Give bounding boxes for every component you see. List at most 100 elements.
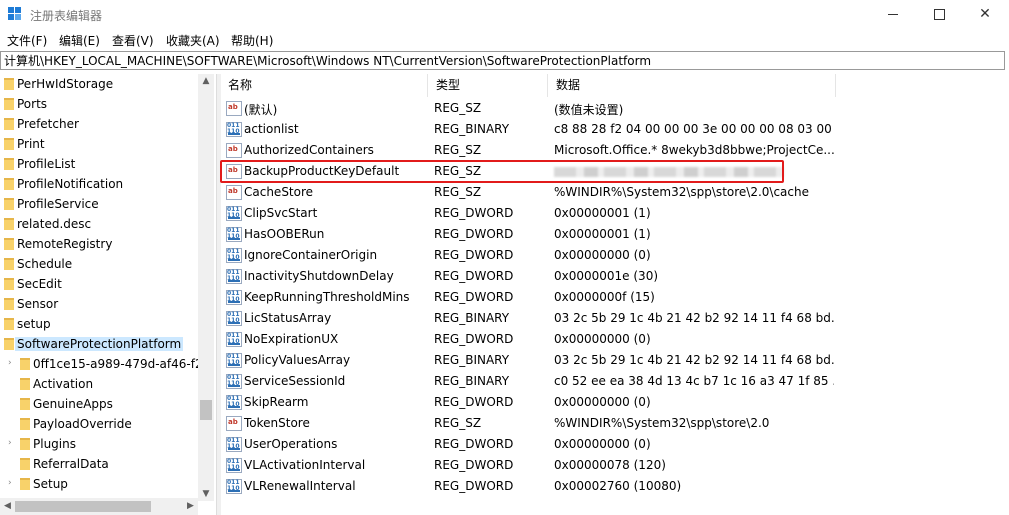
cell-type: REG_SZ	[434, 143, 482, 157]
tree-item[interactable]: Print	[0, 134, 198, 154]
scroll-left-icon[interactable]: ◀	[0, 498, 15, 515]
tree-item[interactable]: ProfileNotification	[0, 174, 198, 194]
folder-icon	[4, 198, 14, 210]
cell-name: IgnoreContainerOrigin	[244, 248, 378, 262]
menu-edit[interactable]: 编辑(E)	[59, 32, 100, 49]
tree-item[interactable]: ProfileService	[0, 194, 198, 214]
tree-item[interactable]: GenuineApps	[0, 394, 198, 414]
folder-icon	[4, 138, 14, 150]
tree-item[interactable]: PayloadOverride	[0, 414, 198, 434]
cell-data: 0x00000000 (0)	[554, 437, 651, 451]
tree-horizontal-scrollbar[interactable]: ◀ ▶	[0, 498, 198, 515]
value-row[interactable]: 011110 UserOperations REG_DWORD 0x00000000 …	[220, 434, 1009, 455]
tree-item[interactable]: › 0ff1ce15-a989-479d-af46-f2	[0, 354, 203, 374]
close-icon: ✕	[979, 6, 991, 22]
tree-item-label: SecEdit	[17, 277, 62, 291]
cell-data: 0x00000001 (1)	[554, 227, 651, 241]
tree-item-label: 0ff1ce15-a989-479d-af46-f2	[33, 357, 203, 371]
tree-item[interactable]: › Plugins	[0, 434, 198, 454]
close-button[interactable]: ✕	[962, 0, 1008, 29]
tree-item[interactable]: Schedule	[0, 254, 198, 274]
value-row[interactable]: 011110 InactivityShutdownDelay REG_DWORD 0x…	[220, 266, 1009, 287]
tree-item[interactable]: setup	[0, 314, 198, 334]
tree-item[interactable]: RemoteRegistry	[0, 234, 198, 254]
scroll-down-icon[interactable]: ▼	[198, 487, 214, 501]
folder-icon	[4, 158, 14, 170]
cell-data: 0x00000001 (1)	[554, 206, 651, 220]
tree-item[interactable]: Sensor	[0, 294, 198, 314]
folder-icon	[20, 398, 30, 410]
cell-data: 0x00000000 (0)	[554, 395, 651, 409]
cell-data: 0x00000000 (0)	[554, 332, 651, 346]
tree-item[interactable]: SecEdit	[0, 274, 198, 294]
cell-type: REG_DWORD	[434, 332, 514, 346]
folder-icon	[20, 418, 30, 430]
cell-name: actionlist	[244, 122, 299, 136]
tree-item[interactable]: Prefetcher	[0, 114, 198, 134]
cell-name: CacheStore	[244, 185, 314, 199]
value-row[interactable]: 011110 ServiceSessionId REG_BINARY c0 52 ee…	[220, 371, 1009, 392]
menu-view[interactable]: 查看(V)	[112, 32, 154, 49]
tree-item[interactable]: related.desc	[0, 214, 198, 234]
folder-icon	[4, 98, 14, 110]
tree-item-label: Print	[17, 137, 45, 151]
value-row[interactable]: 011110 actionlist REG_BINARY c8 88 28 f2 04…	[220, 119, 1009, 140]
binary-value-icon: 011110	[226, 227, 242, 242]
column-header-type[interactable]: 类型	[428, 74, 548, 97]
tree-item[interactable]: Activation	[0, 374, 198, 394]
tree-item[interactable]: Ports	[0, 94, 198, 114]
tree-vertical-scrollbar[interactable]: ▲ ▼	[198, 74, 214, 501]
expand-icon[interactable]: ›	[8, 438, 12, 448]
tree-item[interactable]: ReferralData	[0, 454, 198, 474]
column-header-data[interactable]: 数据	[548, 74, 836, 97]
folder-icon	[4, 278, 14, 290]
value-row[interactable]: 011110 HasOOBERun REG_DWORD 0x00000001 (1)	[220, 224, 1009, 245]
value-row[interactable]: 011110 PolicyValuesArray REG_BINARY 03 2c 5…	[220, 350, 1009, 371]
cell-type: REG_DWORD	[434, 395, 514, 409]
tree-item[interactable]: ProfileList	[0, 154, 198, 174]
value-row[interactable]: 011110 ClipSvcStart REG_DWORD 0x00000001 (1…	[220, 203, 1009, 224]
menu-file[interactable]: 文件(F)	[7, 32, 47, 49]
binary-value-icon: 011110	[226, 122, 242, 137]
tree-item[interactable]: SoftwareProtectionPlatform	[0, 334, 198, 354]
value-row[interactable]: 011110 LicStatusArray REG_BINARY 03 2c 5b 2…	[220, 308, 1009, 329]
value-row[interactable]: 011110 SkipRearm REG_DWORD 0x00000000 (0)	[220, 392, 1009, 413]
value-row[interactable]: 011110 IgnoreContainerOrigin REG_DWORD 0x00…	[220, 245, 1009, 266]
menu-favorites[interactable]: 收藏夹(A)	[166, 32, 220, 49]
value-row[interactable]: ab AuthorizedContainers REG_SZ Microsoft.Of…	[220, 140, 1009, 161]
address-bar[interactable]: 计算机\HKEY_LOCAL_MACHINE\SOFTWARE\Microsof…	[0, 51, 1005, 70]
tree-item-label: related.desc	[17, 217, 92, 231]
string-value-icon: ab	[226, 101, 242, 116]
tree-item[interactable]: PerHwIdStorage	[0, 74, 198, 94]
scroll-right-icon[interactable]: ▶	[183, 498, 198, 515]
value-row[interactable]: ab (默认) REG_SZ (数值未设置)	[220, 98, 1009, 119]
value-row[interactable]: 011110 KeepRunningThresholdMins REG_DWORD 0…	[220, 287, 1009, 308]
binary-value-icon: 011110	[226, 437, 242, 452]
cell-data: 03 2c 5b 29 1c 4b 21 42 b2 92 14 11 f4 6…	[554, 353, 834, 367]
scroll-up-icon[interactable]: ▲	[198, 74, 214, 88]
tree-item-label: PerHwIdStorage	[17, 77, 114, 91]
tree-item[interactable]: › Setup	[0, 474, 198, 494]
value-row[interactable]: ab TokenStore REG_SZ %WINDIR%\System32\spp\…	[220, 413, 1009, 434]
cell-type: REG_DWORD	[434, 458, 514, 472]
tree-item-label: Ports	[17, 97, 48, 111]
maximize-button[interactable]	[916, 0, 962, 29]
cell-data: 0x00000000 (0)	[554, 248, 651, 262]
menu-help[interactable]: 帮助(H)	[231, 32, 273, 49]
value-row[interactable]: 011110 NoExpirationUX REG_DWORD 0x00000000 …	[220, 329, 1009, 350]
tree-hscroll-thumb[interactable]	[15, 501, 151, 512]
value-row[interactable]: ab CacheStore REG_SZ %WINDIR%\System32\spp\…	[220, 182, 1009, 203]
cell-data: 0x00000078 (120)	[554, 458, 666, 472]
expand-icon[interactable]: ›	[8, 478, 12, 488]
tree-scroll-thumb[interactable]	[200, 400, 212, 420]
value-row[interactable]: 011110 VLActivationInterval REG_DWORD 0x000…	[220, 455, 1009, 476]
cell-type: REG_SZ	[434, 185, 482, 199]
minimize-button[interactable]	[870, 0, 916, 29]
cell-name: ServiceSessionId	[244, 374, 346, 388]
binary-value-icon: 011110	[226, 290, 242, 305]
column-header-name[interactable]: 名称	[220, 74, 428, 97]
folder-icon	[4, 78, 14, 90]
cell-type: REG_DWORD	[434, 227, 514, 241]
expand-icon[interactable]: ›	[8, 358, 12, 368]
value-row[interactable]: 011110 VLRenewalInterval REG_DWORD 0x000027…	[220, 476, 1009, 497]
